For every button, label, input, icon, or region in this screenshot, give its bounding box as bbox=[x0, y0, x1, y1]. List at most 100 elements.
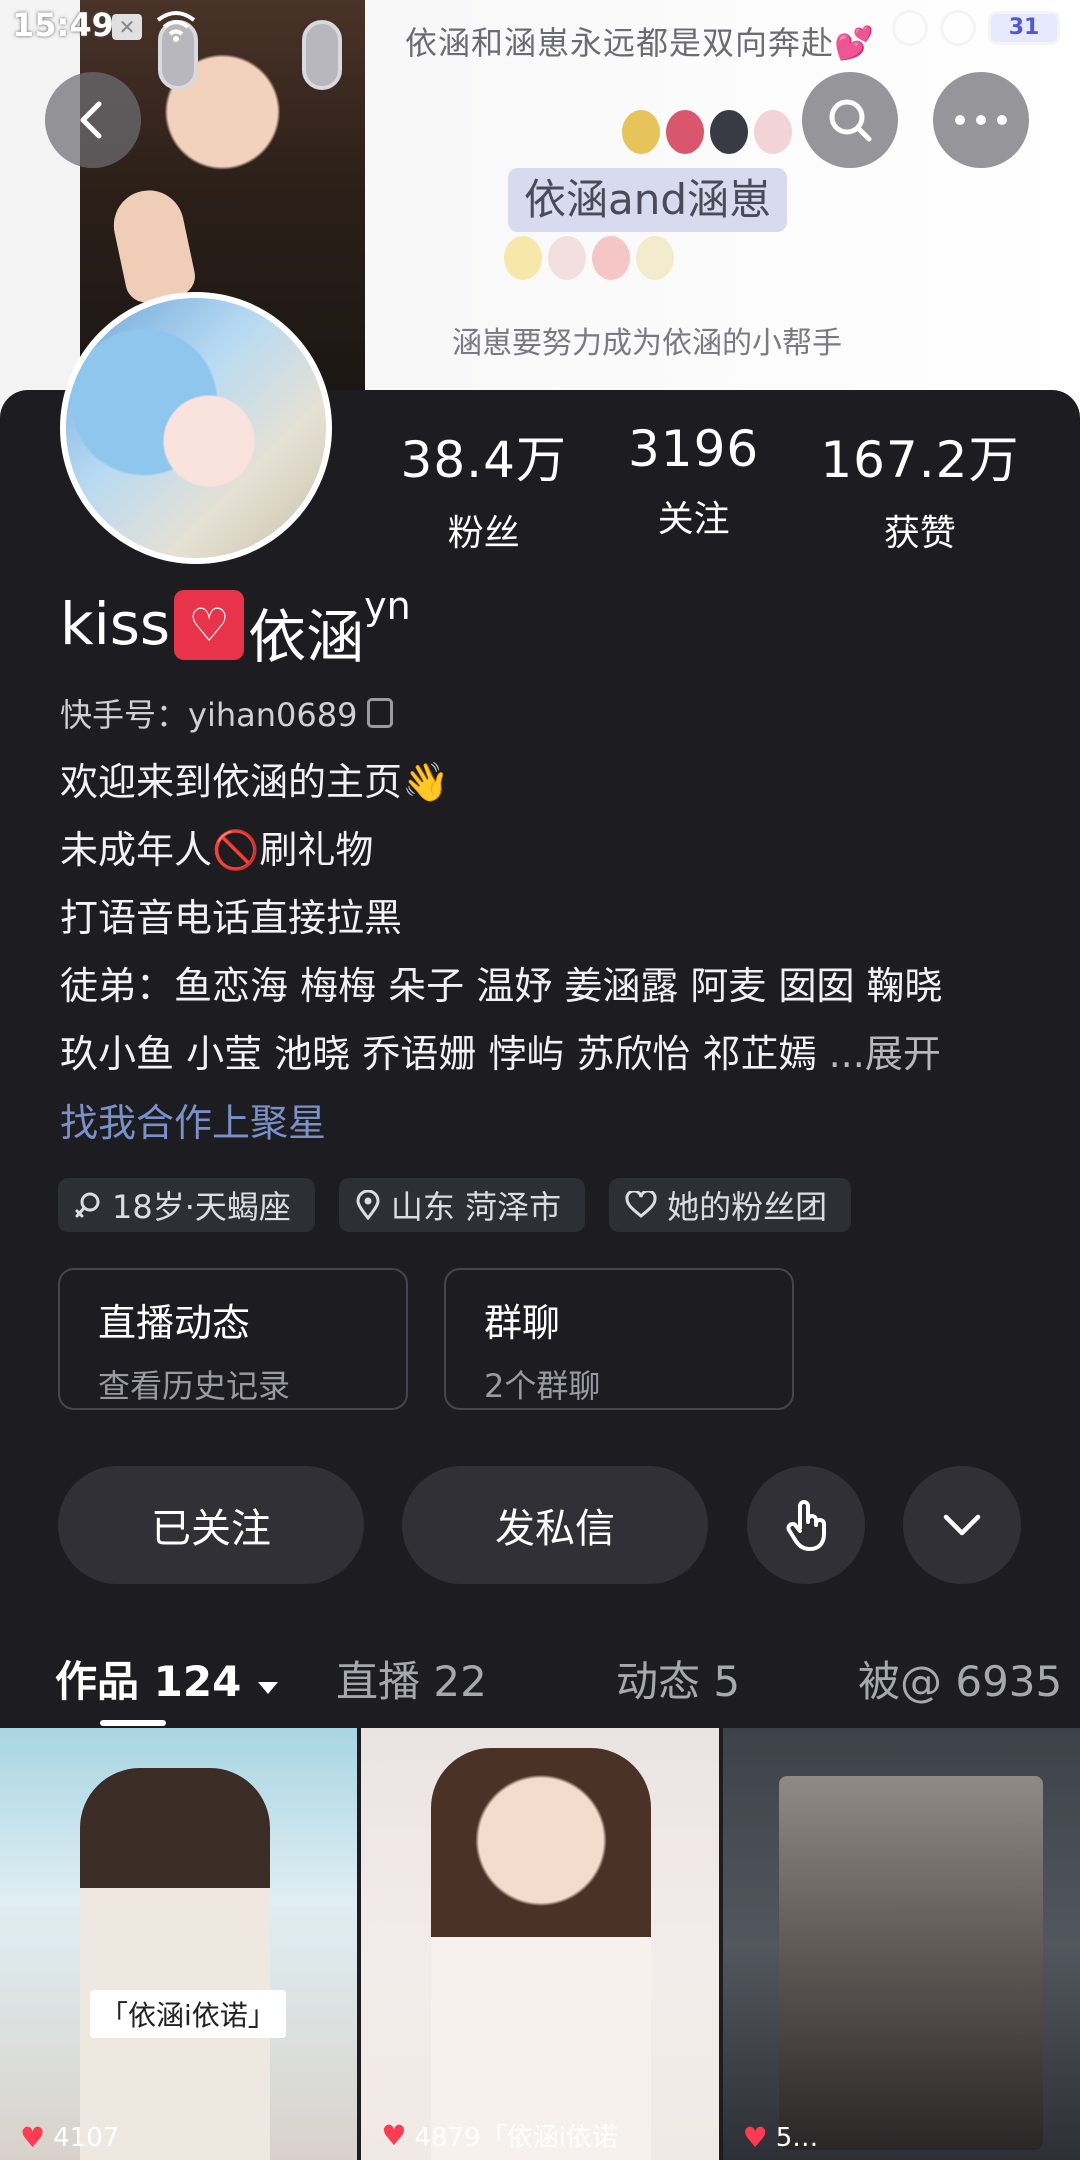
stat-value: 3196 bbox=[627, 420, 760, 478]
video-thumbnail[interactable]: 「依涵i依诺」 ♥ 4107 bbox=[0, 1728, 358, 2160]
tag-label: 她的粉丝团 bbox=[667, 1188, 828, 1226]
sticker bbox=[548, 236, 586, 280]
tag-label: 18岁·天蝎座 bbox=[112, 1188, 291, 1226]
like-count: 4879「依涵i依诺 bbox=[414, 2123, 618, 2153]
video-grid: 「依涵i依诺」 ♥ 4107 ♥ 4879「依涵i依诺 ♥ 5… bbox=[0, 1728, 1080, 2160]
battery-indicator: 31 bbox=[988, 11, 1060, 45]
wifi-icon bbox=[156, 10, 196, 49]
bio: 欢迎来到依涵的主页👋 未成年人🚫刷礼物 打语音电话直接拉黑 徒弟：鱼恋海 梅梅 … bbox=[60, 748, 1050, 1088]
tab-moments[interactable]: 动态 5 bbox=[616, 1648, 740, 1709]
person-figure bbox=[80, 1768, 270, 2160]
stat-likes[interactable]: 167.2万 获赞 bbox=[820, 420, 1019, 556]
sticker bbox=[710, 110, 748, 154]
sticker bbox=[636, 236, 674, 280]
tab-label: 作品 124 bbox=[55, 1657, 242, 1706]
bio-line: 徒弟：鱼恋海 梅梅 朵子 温妤 姜涵露 阿麦 囡囡 鞠晓 bbox=[60, 964, 943, 1008]
stat-followers[interactable]: 38.4万 粉丝 bbox=[401, 420, 567, 556]
profile-stats: 38.4万 粉丝 3196 关注 167.2万 获赞 bbox=[370, 420, 1050, 556]
caret-down-icon bbox=[257, 1682, 278, 1694]
video-likes: ♥ 4107 bbox=[20, 2121, 119, 2154]
bio-line: 欢迎来到依涵的主页👋 bbox=[60, 760, 450, 804]
user-id-text: 快手号：yihan0689 bbox=[60, 696, 358, 734]
live-history-box[interactable]: 直播动态 查看历史记录 bbox=[58, 1268, 408, 1410]
group-chat-box[interactable]: 群聊 2个群聊 bbox=[444, 1268, 794, 1410]
video-thumbnail[interactable]: ♥ 4879「依涵i依诺 bbox=[361, 1728, 719, 2160]
profile-name: kiss ♡ 依涵 yn bbox=[60, 584, 411, 674]
gender-female-icon bbox=[75, 1192, 100, 1218]
active-tab-indicator bbox=[100, 1720, 166, 1726]
heart-outline-icon bbox=[625, 1191, 657, 1218]
heart-icon: ♡ bbox=[174, 590, 245, 660]
stat-label: 关注 bbox=[657, 499, 730, 540]
info-title: 群聊 bbox=[484, 1301, 561, 1345]
message-button[interactable]: 发私信 bbox=[402, 1466, 708, 1584]
stat-value: 167.2万 bbox=[820, 431, 1020, 489]
profile-tags: 18岁·天蝎座 山东 菏泽市 她的粉丝团 bbox=[58, 1178, 852, 1232]
banner-subtitle: 涵崽要努力成为依涵的小帮手 bbox=[452, 326, 842, 361]
stat-following[interactable]: 3196 关注 bbox=[628, 420, 759, 556]
peace-sign-hand bbox=[107, 183, 199, 307]
avatar[interactable] bbox=[60, 292, 332, 564]
search-icon bbox=[829, 99, 872, 142]
like-heart-icon: ♥ bbox=[742, 2121, 768, 2154]
sticker-row-top bbox=[622, 110, 792, 154]
name-main: 依涵 bbox=[248, 603, 365, 671]
bio-line-text: 玖小鱼 小莹 池晓 乔语姗 悖屿 苏欣怡 祁芷嫣 bbox=[60, 1032, 817, 1076]
share-button[interactable] bbox=[747, 1466, 865, 1584]
expand-link[interactable]: ...展开 bbox=[829, 1032, 941, 1076]
tag-fan-club[interactable]: 她的粉丝团 bbox=[609, 1178, 852, 1232]
video-likes: ♥ 4879「依涵i依诺 bbox=[381, 2117, 618, 2154]
followed-button[interactable]: 已关注 bbox=[58, 1466, 364, 1584]
sticker bbox=[666, 110, 704, 154]
video-likes: ♥ 5… bbox=[743, 2121, 819, 2154]
chevron-left-icon bbox=[80, 101, 102, 139]
bio-line-last: 玖小鱼 小莹 池晓 乔语姗 悖屿 苏欣怡 祁芷嫣 ...展开 bbox=[60, 1020, 1050, 1088]
tab-live[interactable]: 直播 22 bbox=[336, 1648, 487, 1709]
more-options-button[interactable] bbox=[933, 72, 1029, 168]
more-dots-icon bbox=[955, 115, 1007, 125]
sticker-row-bottom bbox=[504, 236, 674, 280]
video-caption: 「依涵i依诺」 bbox=[90, 1990, 286, 2038]
copy-icon[interactable] bbox=[367, 698, 394, 728]
tag-location[interactable]: 山东 菏泽市 bbox=[338, 1178, 586, 1232]
hand-pointer-icon bbox=[786, 1500, 826, 1551]
location-pin-icon bbox=[356, 1190, 380, 1220]
vibrate-icon bbox=[892, 10, 928, 46]
tag-age-zodiac[interactable]: 18岁·天蝎座 bbox=[58, 1178, 315, 1232]
info-subtitle: 2个群聊 bbox=[484, 1367, 601, 1405]
stat-label: 获赞 bbox=[883, 513, 956, 554]
tag-label: 山东 菏泽市 bbox=[390, 1188, 562, 1226]
like-count: 4107 bbox=[53, 2122, 120, 2153]
banner-label: 依涵and涵崽 bbox=[508, 168, 788, 232]
cooperation-link[interactable]: 找我合作上聚星 bbox=[60, 1092, 326, 1147]
like-heart-icon: ♥ bbox=[20, 2121, 46, 2154]
phone-screen bbox=[778, 1776, 1043, 2150]
user-id: 快手号：yihan0689 bbox=[60, 690, 394, 736]
video-thumbnail[interactable]: ♥ 5… bbox=[722, 1728, 1080, 2160]
sticker bbox=[504, 236, 542, 280]
content-tabs: 作品 124 直播 22 动态 5 被@ 6935 bbox=[0, 1640, 1080, 1730]
info-title: 直播动态 bbox=[98, 1301, 251, 1345]
sticker bbox=[592, 236, 630, 280]
info-subtitle: 查看历史记录 bbox=[98, 1367, 291, 1405]
sticker bbox=[754, 110, 792, 154]
like-heart-icon: ♥ bbox=[381, 2119, 407, 2152]
like-count: 5… bbox=[775, 2122, 819, 2153]
stat-label: 粉丝 bbox=[447, 513, 520, 554]
search-button[interactable] bbox=[802, 72, 898, 168]
bio-line: 打语音电话直接拉黑 bbox=[60, 896, 403, 940]
tab-works[interactable]: 作品 124 bbox=[55, 1648, 280, 1709]
name-prefix: kiss bbox=[60, 590, 171, 658]
tab-mentions[interactable]: 被@ 6935 bbox=[858, 1648, 1062, 1709]
stat-value: 38.4万 bbox=[400, 431, 567, 489]
status-time: 15:49 bbox=[12, 6, 114, 44]
bio-line: 未成年人🚫刷礼物 bbox=[60, 828, 374, 872]
notification-x-icon: ✕ bbox=[112, 14, 142, 40]
lock-rotation-icon bbox=[940, 10, 976, 46]
sticker bbox=[622, 110, 660, 154]
name-superscript: yn bbox=[364, 584, 411, 628]
back-button[interactable] bbox=[45, 72, 141, 168]
status-bar: 15:49 ✕ 31 bbox=[0, 0, 1080, 56]
expand-dropdown-button[interactable] bbox=[903, 1466, 1021, 1584]
chevron-down-icon bbox=[943, 1514, 981, 1536]
